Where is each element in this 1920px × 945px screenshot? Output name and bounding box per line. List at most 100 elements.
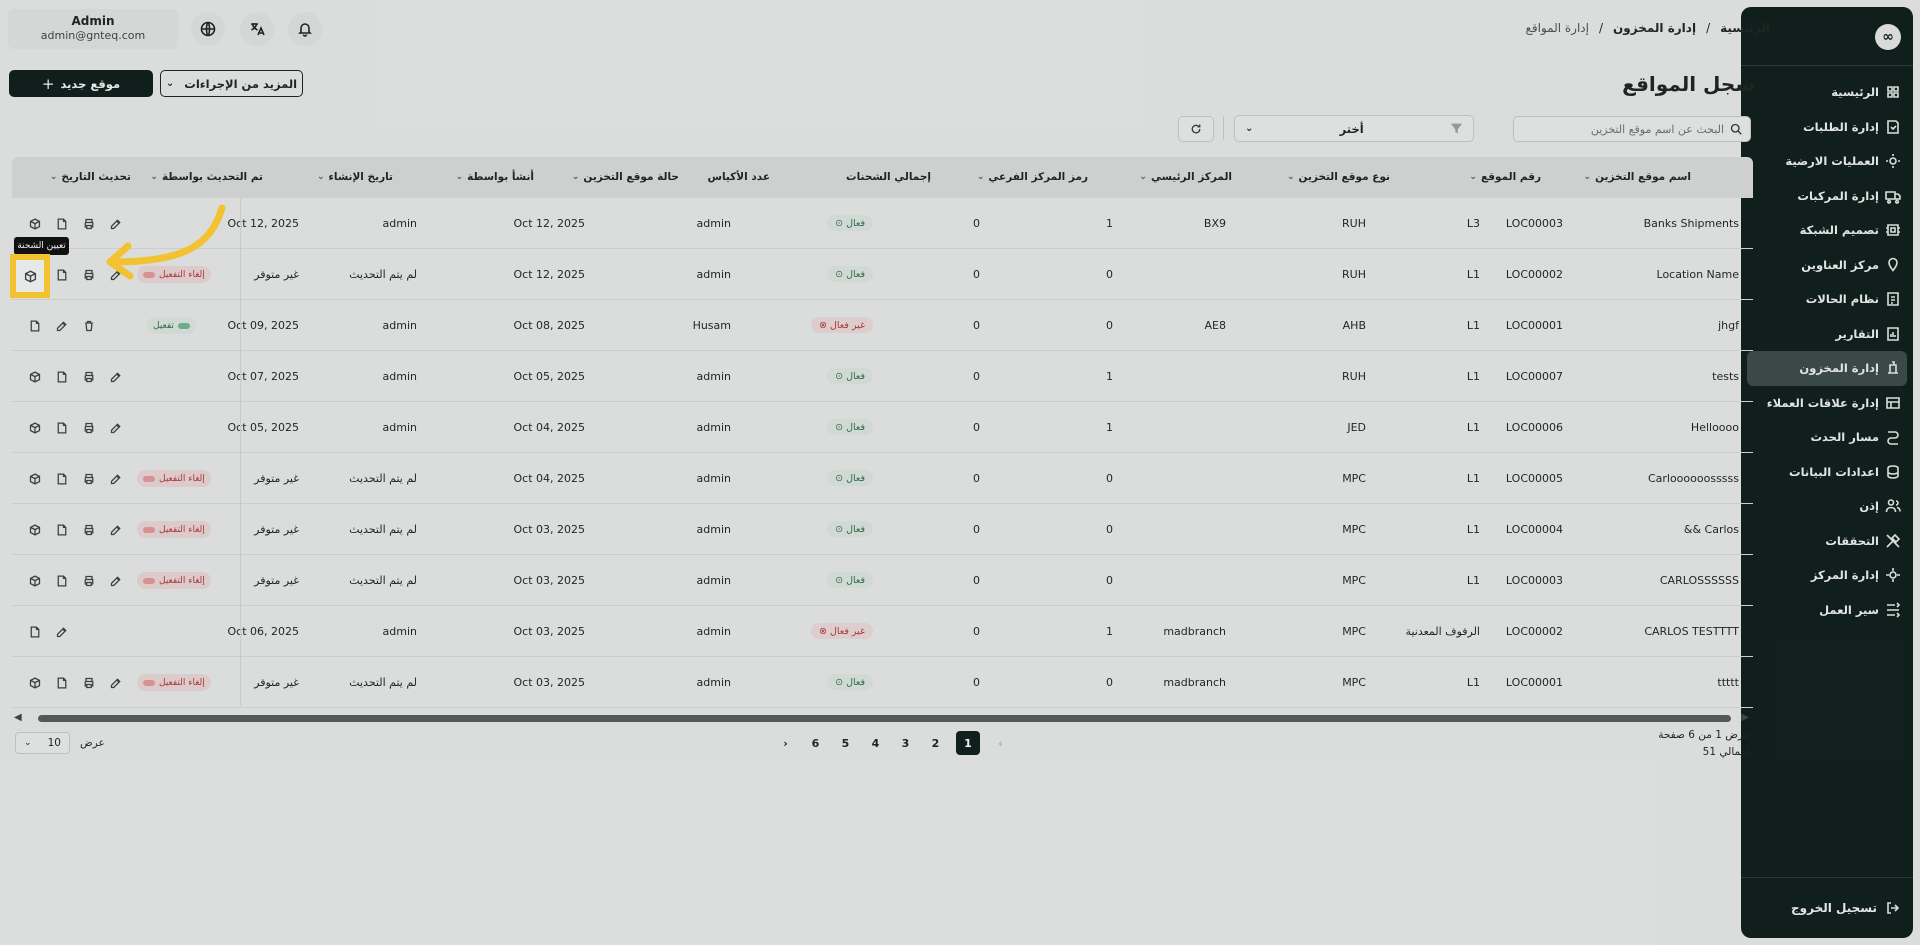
chevron-down-icon: ⌄ xyxy=(976,172,985,182)
col-header-shipments[interactable]: إجمالي الشحنات xyxy=(846,171,931,183)
activate-toggle[interactable]: تفعيل xyxy=(147,317,196,334)
col-header-updated-by[interactable]: تم التحديث بواسطة ⌄ xyxy=(150,171,263,183)
edit-button[interactable] xyxy=(107,572,124,589)
document-button[interactable] xyxy=(53,572,70,589)
sidebar-item-14[interactable]: إدارة المركز xyxy=(1747,558,1907,593)
horizontal-scrollbar[interactable]: ◀ ▶ xyxy=(14,712,1749,723)
page-size-select[interactable]: ⌄ 10 xyxy=(15,732,70,754)
edit-button[interactable] xyxy=(53,623,70,640)
col-header-sub-center[interactable]: رمز المركز الفرعي ⌄ xyxy=(977,171,1088,183)
sidebar-item-0[interactable]: الرئيسية xyxy=(1747,75,1907,110)
app-logo[interactable]: ∞ xyxy=(1747,24,1901,50)
document-button[interactable] xyxy=(53,521,70,538)
page-5-button[interactable]: 5 xyxy=(836,731,855,755)
print-button[interactable] xyxy=(80,572,97,589)
sidebar-item-4[interactable]: تصميم الشبكة xyxy=(1747,213,1907,248)
language-button[interactable] xyxy=(240,12,274,46)
sidebar-item-12[interactable]: إذن xyxy=(1747,489,1907,524)
document-button[interactable] xyxy=(26,317,43,334)
filter-select[interactable]: ⌄ أختر xyxy=(1234,115,1474,142)
col-header-main-center[interactable]: المركز الرئيسي ⌄ xyxy=(1139,171,1232,183)
sidebar-item-13[interactable]: التحققات xyxy=(1747,524,1907,559)
sidebar-item-7[interactable]: التقارير xyxy=(1747,317,1907,352)
sidebar-item-15[interactable]: سير العمل xyxy=(1747,593,1907,628)
edit-button[interactable] xyxy=(53,317,70,334)
print-button[interactable] xyxy=(80,419,97,436)
col-header-name[interactable]: اسم موقع التخزين ⌄ xyxy=(1584,171,1691,183)
col-header-type[interactable]: نوع موقع التخزين ⌄ xyxy=(1287,171,1390,183)
print-button[interactable] xyxy=(80,674,97,691)
assign-shipment-icon xyxy=(29,523,40,536)
edit-button[interactable] xyxy=(107,419,124,436)
prev-page-button[interactable]: ‹ xyxy=(991,731,1010,755)
document-button[interactable] xyxy=(53,674,70,691)
document-button[interactable] xyxy=(53,368,70,385)
next-page-button[interactable]: › xyxy=(776,731,795,755)
edit-button[interactable] xyxy=(107,521,124,538)
sidebar-item-2[interactable]: العمليات الارضية xyxy=(1747,144,1907,179)
deactivate-toggle[interactable]: إلغاء التفعيل xyxy=(137,572,211,589)
sidebar: ∞ الرئيسية إدارة الطلبات العمليات الارضية إ… xyxy=(1741,7,1913,938)
toggle-label: إلغاء التفعيل xyxy=(159,524,205,535)
assign-shipment-button[interactable] xyxy=(26,368,43,385)
search-input[interactable]: البحث عن اسم موقع التخزين xyxy=(1513,116,1751,142)
deactivate-toggle[interactable]: إلغاء التفعيل xyxy=(137,470,211,487)
more-actions-button[interactable]: ⌄ المزيد من الإجراءات xyxy=(160,70,303,97)
page-2-button[interactable]: 2 xyxy=(926,731,945,755)
document-button[interactable] xyxy=(26,623,43,640)
sidebar-item-9[interactable]: إدارة علاقات العملاء xyxy=(1747,386,1907,421)
user-menu[interactable]: Admin admin@gnteq.com xyxy=(8,9,178,49)
breadcrumb-home[interactable]: الرئيسية xyxy=(1720,21,1770,35)
sidebar-item-1[interactable]: إدارة الطلبات xyxy=(1747,110,1907,145)
assign-shipment-button[interactable] xyxy=(26,521,43,538)
sidebar-item-5[interactable]: مركز العناوين xyxy=(1747,248,1907,283)
page-6-button[interactable]: 6 xyxy=(806,731,825,755)
page-1-button[interactable]: 1 xyxy=(956,731,980,755)
scroll-left-icon[interactable]: ◀ xyxy=(14,712,22,723)
scrollbar-thumb[interactable] xyxy=(38,715,1731,722)
deactivate-toggle[interactable]: إلغاء التفعيل xyxy=(137,521,211,538)
edit-button[interactable] xyxy=(107,674,124,691)
document-button[interactable] xyxy=(53,419,70,436)
col-header-created-by[interactable]: أنشأ بواسطة ⌄ xyxy=(456,171,534,183)
logout-button[interactable]: تسجيل الخروج xyxy=(1753,900,1901,916)
refresh-button[interactable] xyxy=(1178,116,1214,142)
print-button[interactable] xyxy=(80,215,97,232)
sidebar-item-6[interactable]: نظام الحالات xyxy=(1747,282,1907,317)
document-button[interactable] xyxy=(53,470,70,487)
document-button[interactable] xyxy=(53,266,70,283)
print-button[interactable] xyxy=(80,470,97,487)
print-button[interactable] xyxy=(80,521,97,538)
assign-shipment-button[interactable] xyxy=(26,674,43,691)
col-label: إجمالي الشحنات xyxy=(846,171,931,183)
assign-shipment-button[interactable] xyxy=(26,572,43,589)
edit-button[interactable] xyxy=(107,368,124,385)
col-header-created-at[interactable]: تاريخ الإنشاء ⌄ xyxy=(317,171,393,183)
breadcrumb-inventory[interactable]: إدارة المخزون xyxy=(1613,21,1696,35)
assign-shipment-button[interactable] xyxy=(26,215,43,232)
new-location-button[interactable]: + موقع جديد xyxy=(9,70,153,97)
col-header-status[interactable]: حالة موقع التخزين ⌄ xyxy=(572,171,679,183)
page-3-button[interactable]: 3 xyxy=(896,731,915,755)
page-4-button[interactable]: 4 xyxy=(866,731,885,755)
col-header-bags[interactable]: عدد الأكياس xyxy=(707,171,770,183)
assign-shipment-button[interactable] xyxy=(26,470,43,487)
cell-main: MPC xyxy=(1342,523,1366,536)
print-button[interactable] xyxy=(80,368,97,385)
delete-button[interactable] xyxy=(80,317,97,334)
globe-button[interactable] xyxy=(191,12,225,46)
notifications-button[interactable] xyxy=(288,12,322,46)
deactivate-toggle[interactable]: إلغاء التفعيل xyxy=(137,674,211,691)
sidebar-item-3[interactable]: إدارة المركبات xyxy=(1747,179,1907,214)
assign-shipment-button-highlight[interactable] xyxy=(10,254,50,298)
print-button[interactable] xyxy=(80,266,97,283)
edit-button[interactable] xyxy=(107,470,124,487)
col-header-updated-at[interactable]: تحديث التاريخ ⌄ xyxy=(50,171,131,183)
sidebar-item-10[interactable]: مسار الحدث xyxy=(1747,420,1907,455)
sidebar-item-11[interactable]: اعدادات البيانات xyxy=(1747,455,1907,490)
assign-shipment-button[interactable] xyxy=(26,419,43,436)
col-header-number[interactable]: رقم الموقع ⌄ xyxy=(1469,171,1541,183)
document-button[interactable] xyxy=(53,215,70,232)
scroll-right-icon[interactable]: ▶ xyxy=(1741,712,1749,723)
sidebar-item-8[interactable]: إدارة المخزون xyxy=(1747,351,1907,386)
